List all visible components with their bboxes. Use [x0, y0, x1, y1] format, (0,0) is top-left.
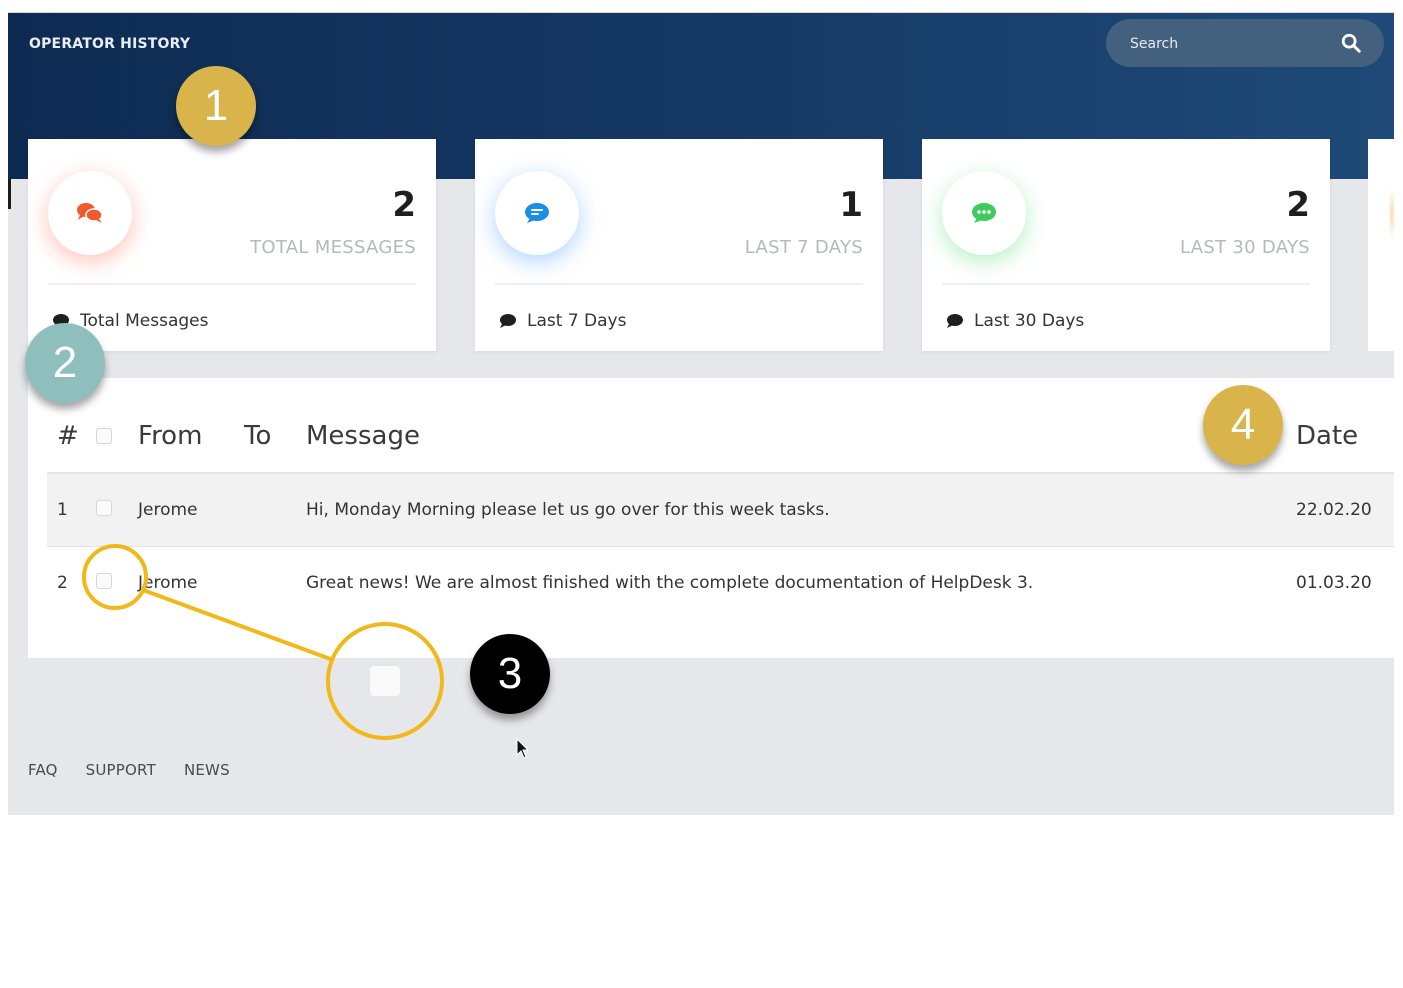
table-row[interactable]: 2 Jerome Great news! We are almost finis…	[47, 547, 1394, 620]
cell-message: Hi, Monday Morning please let us go over…	[305, 473, 1295, 547]
footer-link-faq[interactable]: FAQ	[28, 761, 58, 779]
chat-bubble-icon	[525, 203, 549, 223]
cell-select	[95, 547, 137, 620]
annotation-badge-4: 4	[1203, 385, 1283, 465]
stat-footer: Last 30 Days	[946, 311, 1084, 331]
column-header-to[interactable]: To	[243, 400, 305, 474]
column-header-select	[95, 400, 137, 474]
column-header-message[interactable]: Message	[305, 400, 1295, 474]
mouse-cursor-icon	[516, 738, 530, 759]
stat-value: 2	[1286, 185, 1310, 225]
card-divider	[495, 283, 863, 285]
stat-icon-circle	[495, 171, 579, 255]
stat-footer-label: Total Messages	[80, 311, 209, 331]
footer-links: FAQ SUPPORT NEWS	[28, 761, 230, 779]
column-header-date[interactable]: Date	[1295, 400, 1394, 474]
message-table: # From To Message Date 1 Jerome Hi, Mond…	[47, 400, 1394, 619]
cell-number: 1	[47, 473, 95, 547]
cell-message: Great news! We are almost finished with …	[306, 573, 1034, 593]
search-input[interactable]	[1128, 31, 1332, 57]
stat-value: 1	[839, 185, 863, 225]
column-header-number: #	[47, 400, 95, 474]
cell-to	[243, 547, 305, 620]
comment-icon	[500, 314, 516, 328]
stat-card-last-7-days: 1 LAST 7 DAYS Last 7 Days	[475, 139, 883, 351]
stat-caption: LAST 7 DAYS	[744, 237, 863, 258]
cell-from: Jerome	[138, 573, 198, 593]
stat-caption: LAST 30 DAYS	[1179, 237, 1310, 258]
footer-link-support[interactable]: SUPPORT	[86, 761, 156, 779]
footer-link-news[interactable]: NEWS	[184, 761, 230, 779]
stat-footer-label: Last 7 Days	[527, 311, 627, 331]
stat-card-last-30-days: 2 LAST 30 DAYS Last 30 Days	[922, 139, 1330, 351]
stat-icon-circle	[942, 171, 1026, 255]
search-box[interactable]	[1106, 19, 1384, 67]
stat-value: 2	[392, 185, 416, 225]
cell-number: 2	[57, 573, 68, 593]
row-checkbox[interactable]	[96, 499, 112, 516]
zoomed-checkbox	[368, 664, 402, 698]
annotation-badge-2: 2	[25, 323, 105, 403]
stat-icon-glow	[1390, 179, 1394, 249]
search-icon[interactable]	[1340, 32, 1362, 54]
row-checkbox[interactable]	[96, 572, 112, 589]
stat-footer-label: Last 30 Days	[974, 311, 1085, 331]
cell-date: 01.03.20	[1296, 573, 1372, 593]
annotation-badge-3: 3	[470, 634, 550, 714]
stat-card-partial	[1368, 139, 1394, 351]
chat-bubbles-icon	[77, 203, 103, 223]
stat-card-total-messages: 2 TOTAL MESSAGES Total Messages	[28, 139, 436, 351]
chat-dots-icon	[972, 203, 996, 223]
page-title: OPERATOR HISTORY	[29, 36, 191, 52]
screenshot-root: OPERATOR HISTORY 2 TOTAL MESSAGES	[0, 0, 1403, 988]
card-divider	[942, 283, 1310, 285]
annotation-badge-1: 1	[176, 66, 256, 146]
cell-from: Jerome	[137, 473, 243, 547]
stat-footer: Last 7 Days	[499, 311, 626, 331]
cell-select	[95, 473, 137, 547]
stat-icon-circle	[48, 171, 132, 255]
card-divider	[48, 283, 416, 285]
cell-date: 22.02.20	[1295, 473, 1394, 547]
stat-caption: TOTAL MESSAGES	[250, 237, 416, 258]
column-header-from[interactable]: From	[137, 400, 243, 474]
message-table-panel: # From To Message Date 1 Jerome Hi, Mond…	[28, 378, 1394, 658]
select-all-checkbox[interactable]	[96, 428, 112, 444]
comment-icon	[947, 314, 963, 328]
table-row[interactable]: 1 Jerome Hi, Monday Morning please let u…	[47, 473, 1394, 547]
cell-to	[243, 473, 305, 547]
table-header-row: # From To Message Date	[47, 400, 1394, 474]
